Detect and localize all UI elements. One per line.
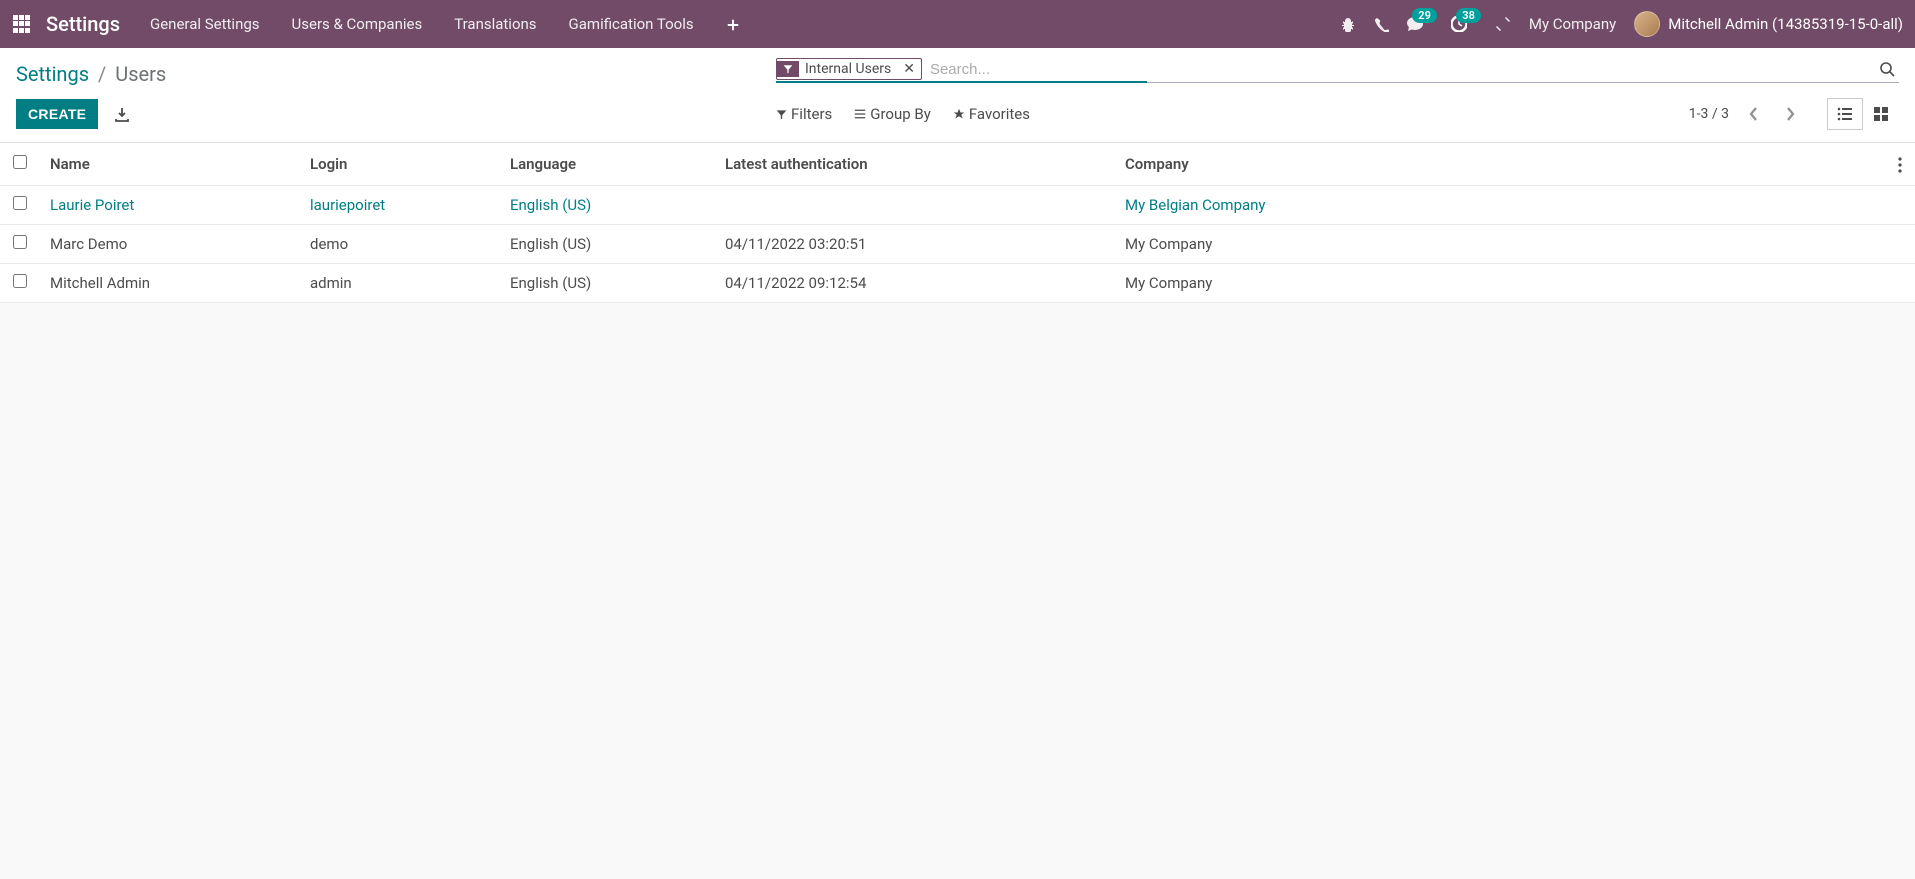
cell-auth: 04/11/2022 03:20:51 [715, 225, 1115, 264]
filters-button[interactable]: Filters [776, 105, 832, 123]
row-checkbox[interactable] [13, 274, 27, 288]
breadcrumb-root[interactable]: Settings [16, 62, 89, 86]
col-header-language[interactable]: Language [500, 143, 715, 186]
cell-name: Marc Demo [40, 225, 300, 264]
cell-login: demo [300, 225, 500, 264]
col-header-login[interactable]: Login [300, 143, 500, 186]
import-icon[interactable] [114, 105, 130, 124]
col-header-name[interactable]: Name [40, 143, 300, 186]
cell-auth: 04/11/2022 09:12:54 [715, 264, 1115, 303]
view-list-button[interactable] [1827, 98, 1863, 130]
nav-gamification-tools[interactable]: Gamification Tools [569, 15, 694, 33]
cell-login: admin [300, 264, 500, 303]
cell-company: My Belgian Company [1115, 186, 1885, 225]
cell-language: English (US) [500, 186, 715, 225]
company-selector[interactable]: My Company [1529, 15, 1616, 33]
pager-text[interactable]: 1-3 / 3 [1689, 106, 1729, 122]
groupby-label: Group By [870, 105, 931, 123]
favorites-button[interactable]: Favorites [953, 105, 1030, 123]
col-header-company[interactable]: Company [1115, 143, 1885, 186]
user-menu[interactable]: Mitchell Admin (14385319-15-0-all) [1634, 11, 1903, 37]
search-facet: Internal Users ✕ [776, 58, 922, 80]
activity-icon[interactable]: 38 [1451, 16, 1467, 32]
app-title[interactable]: Settings [46, 12, 120, 36]
pager-next[interactable] [1779, 102, 1801, 126]
messaging-icon[interactable]: 29 [1407, 16, 1423, 32]
cell-language: English (US) [500, 225, 715, 264]
row-checkbox[interactable] [13, 235, 27, 249]
row-checkbox[interactable] [13, 196, 27, 210]
search-input[interactable] [928, 59, 1875, 80]
tools-icon[interactable] [1495, 16, 1511, 32]
view-kanban-button[interactable] [1863, 98, 1899, 130]
filter-icon [777, 61, 799, 77]
activity-badge: 38 [1456, 8, 1481, 23]
cell-name: Laurie Poiret [40, 186, 300, 225]
filters-label: Filters [791, 105, 832, 123]
phone-icon[interactable] [1374, 17, 1389, 32]
table-row[interactable]: Marc Demo demo English (US) 04/11/2022 0… [0, 225, 1915, 264]
search-box[interactable]: Internal Users ✕ [776, 58, 1899, 83]
breadcrumb: Settings / Users [16, 58, 776, 86]
optional-columns-icon[interactable] [1885, 143, 1915, 186]
cell-login: lauriepoiret [300, 186, 500, 225]
table-row[interactable]: Laurie Poiret lauriepoiret English (US) … [0, 186, 1915, 225]
select-all-checkbox[interactable] [13, 155, 27, 169]
users-table: Name Login Language Latest authenticatio… [0, 143, 1915, 303]
facet-label: Internal Users [799, 59, 897, 79]
avatar [1634, 11, 1660, 37]
nav-new-icon[interactable] [726, 15, 740, 33]
pager-prev[interactable] [1743, 102, 1765, 126]
users-table-wrap: Name Login Language Latest authenticatio… [0, 143, 1915, 303]
nav-general-settings[interactable]: General Settings [150, 15, 260, 33]
facet-remove[interactable]: ✕ [897, 61, 921, 77]
nav-right: 29 38 My Company Mitchell Admin (1438531… [1340, 11, 1903, 37]
cell-company: My Company [1115, 225, 1885, 264]
messaging-badge: 29 [1412, 8, 1437, 23]
nav-users-companies[interactable]: Users & Companies [292, 15, 423, 33]
bug-icon[interactable] [1340, 16, 1356, 32]
groupby-button[interactable]: Group By [854, 105, 931, 123]
breadcrumb-sep: / [98, 62, 106, 86]
cell-company: My Company [1115, 264, 1885, 303]
top-navbar: Settings General Settings Users & Compan… [0, 0, 1915, 48]
col-header-auth[interactable]: Latest authentication [715, 143, 1115, 186]
cell-name: Mitchell Admin [40, 264, 300, 303]
create-button[interactable]: CREATE [16, 99, 98, 129]
breadcrumb-current: Users [115, 62, 166, 86]
control-panel: Settings / Users Internal Users ✕ [0, 48, 1915, 143]
cell-language: English (US) [500, 264, 715, 303]
favorites-label: Favorites [969, 105, 1030, 123]
user-name: Mitchell Admin (14385319-15-0-all) [1668, 15, 1903, 33]
search-icon[interactable] [1875, 61, 1899, 77]
nav-menu: General Settings Users & Companies Trans… [150, 15, 1340, 33]
nav-translations[interactable]: Translations [454, 15, 536, 33]
apps-icon[interactable] [12, 14, 32, 34]
table-row[interactable]: Mitchell Admin admin English (US) 04/11/… [0, 264, 1915, 303]
cell-auth [715, 186, 1115, 225]
